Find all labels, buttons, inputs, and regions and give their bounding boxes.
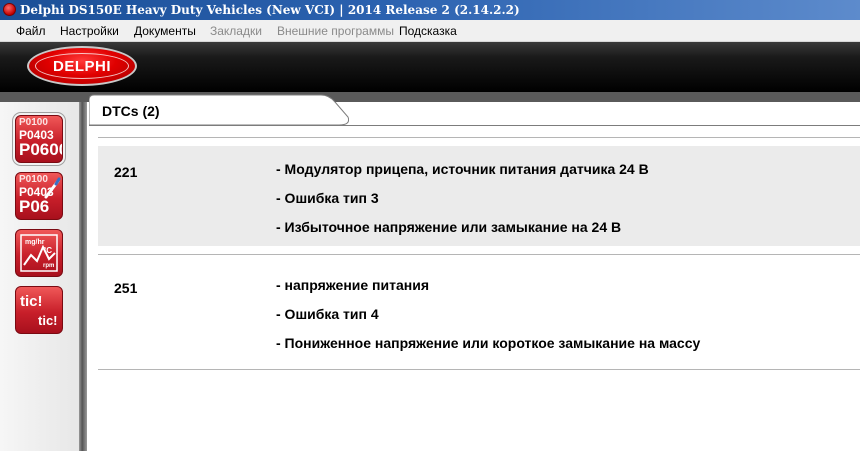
svg-text:mg/hr: mg/hr [25,239,45,246]
menu-settings[interactable]: Настройки [60,20,119,42]
divider [98,254,860,255]
dtc-list-icon: P0100 P0403 P0600 [19,117,62,159]
menu-help[interactable]: Подсказка [399,20,457,42]
menu-external-programs: Внешние программы [277,24,394,38]
dtc-row: 251 - напряжение питания - Ошибка тип 4 … [98,262,860,362]
dtc-list-button[interactable]: P0100 P0403 P0600 [15,115,63,163]
dtc-description: - Модулятор прицепа, источник питания да… [276,161,649,177]
dtc-fault-detail: - Избыточное напряжение или замыкание на… [276,219,622,235]
dtc-clear-button[interactable]: P0100 P0403 P06 [15,172,63,220]
dtc-fault-type: - Ошибка тип 3 [276,190,379,206]
menu-bar: Файл Настройки Документы Закладки Внешни… [0,20,860,42]
svg-text:°C: °C [43,246,52,255]
tab-label: DTCs (2) [102,103,160,119]
live-data-icon: mg/hr °C rpm [20,234,58,272]
app-icon [3,3,16,16]
divider [98,369,860,370]
actuator-test-icon: tic! [20,293,43,310]
dtc-code: 251 [114,280,138,296]
tab-baseline [89,125,860,126]
dtc-fault-type: - Ошибка тип 4 [276,306,379,322]
menu-documents[interactable]: Документы [134,20,196,42]
sidebar-divider [79,102,87,451]
eraser-icon [44,177,61,199]
svg-text:rpm: rpm [43,263,54,269]
window-title: Delphi DS150E Heavy Duty Vehicles (New V… [20,3,520,17]
divider [98,137,860,138]
dtc-row: 221 - Модулятор прицепа, источник питани… [98,146,860,246]
live-data-button[interactable]: mg/hr °C rpm [15,229,63,277]
delphi-logo: DELPHI [27,46,137,86]
menu-bookmarks: Закладки [210,24,262,38]
actuator-test-button[interactable]: tic! tic! [15,286,63,334]
logo-text: DELPHI [52,57,111,75]
app-header: DELPHI [0,42,860,92]
dtc-code: 221 [114,164,138,180]
menu-file[interactable]: Файл [16,20,46,42]
dtc-fault-detail: - Пониженное напряжение или короткое зам… [276,335,701,351]
title-bar: Delphi DS150E Heavy Duty Vehicles (New V… [0,0,860,20]
dtc-description: - напряжение питания [276,277,429,293]
